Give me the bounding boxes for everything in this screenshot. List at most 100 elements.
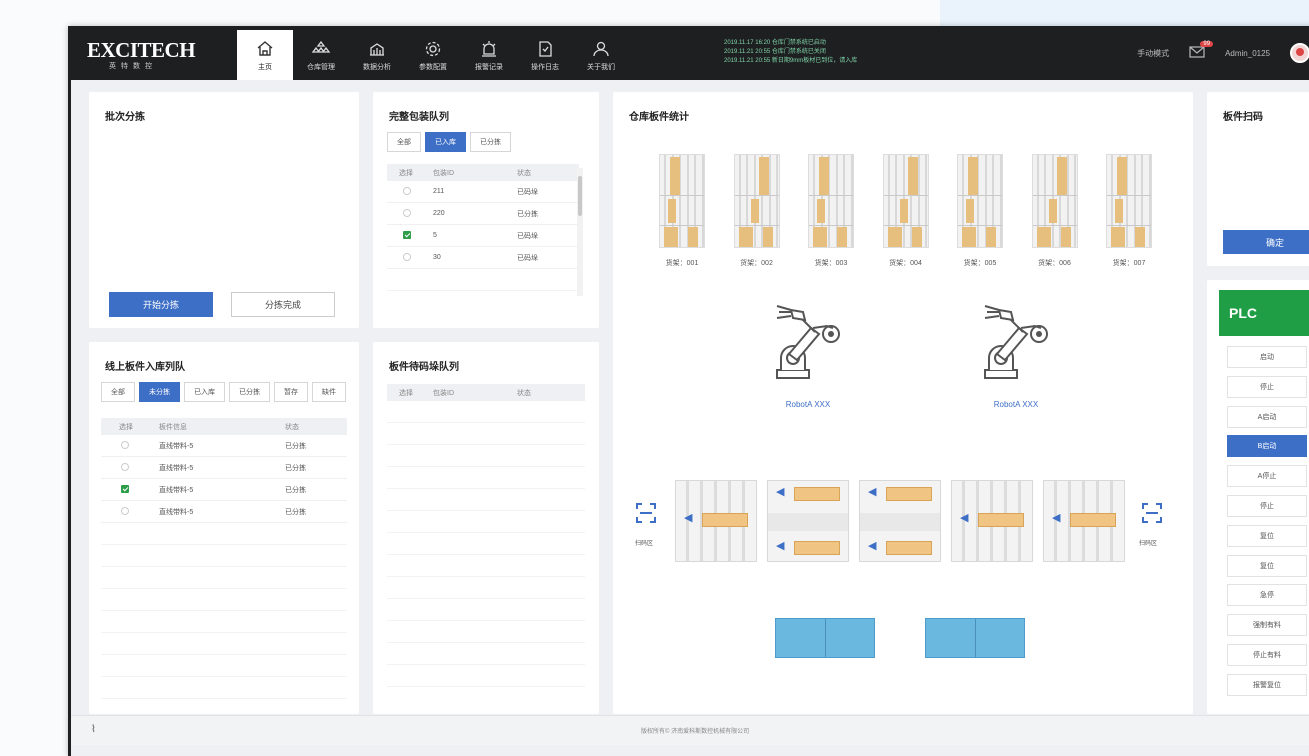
tab-temp[interactable]: 暂存 (274, 382, 308, 402)
row-checkbox[interactable] (403, 208, 411, 217)
table-row (387, 533, 585, 555)
mode-label[interactable]: 手动模式 (1137, 48, 1169, 59)
column-header: 状态 (517, 169, 531, 177)
table-row (387, 599, 585, 621)
nav-warehouse[interactable]: 仓库管理 (293, 30, 349, 80)
tab-sorted[interactable]: 已分拣 (229, 382, 270, 402)
online-queue-table: 选择 板件信息 状态 直线带料-5 已分拣 直线带料-5 已分拣 直线带料-5 … (101, 418, 347, 699)
scan-panel: 板件扫码 确定 (1207, 92, 1309, 266)
stored-board (899, 199, 908, 223)
plc-button[interactable]: 强制有料 (1227, 614, 1307, 637)
nav-about[interactable]: 关于我们 (573, 30, 629, 80)
rack[interactable] (733, 154, 780, 248)
table-row (101, 545, 347, 567)
conveyor-station[interactable]: ◀ (675, 480, 757, 562)
plc-button[interactable]: 复位 (1227, 554, 1307, 577)
column-header: 选择 (119, 423, 133, 431)
top-right-area: 手动模式 99 Admin_0125 (1137, 26, 1309, 80)
rack[interactable] (659, 154, 705, 248)
row-checkbox[interactable] (121, 440, 129, 449)
row-checkbox[interactable] (403, 252, 411, 261)
rack[interactable] (1106, 154, 1152, 248)
board-status: 已分拣 (285, 442, 306, 450)
conveyor-station[interactable]: ◀ ◀ (859, 480, 941, 562)
rss-icon[interactable]: ⌇ (91, 724, 96, 735)
scan-icon[interactable] (635, 502, 657, 524)
table-header: 选择 包装ID 状态 (387, 384, 585, 401)
rack[interactable] (808, 154, 854, 248)
confirm-button[interactable]: 确定 (1223, 230, 1309, 254)
plc-button[interactable]: 报警复位 (1227, 673, 1307, 696)
robot-arm-icon[interactable] (763, 298, 853, 388)
table-row[interactable]: 5 已码垛 (387, 225, 579, 247)
row-checkbox[interactable] (121, 484, 129, 493)
board-box (1070, 513, 1116, 527)
row-checkbox[interactable] (403, 230, 411, 239)
plc-button[interactable]: 停止有料 (1227, 644, 1307, 666)
rack[interactable] (957, 154, 1003, 248)
scan-icon[interactable] (1141, 502, 1163, 524)
column-header: 板件信息 (159, 423, 187, 431)
output-pallet[interactable] (925, 618, 1025, 658)
tab-missing[interactable]: 缺件 (312, 382, 346, 402)
table-row[interactable]: 直线带料-5 已分拣 (101, 479, 347, 501)
table-row (101, 589, 347, 611)
row-checkbox[interactable] (121, 506, 129, 515)
nav-alarms[interactable]: 报警记录 (461, 30, 517, 80)
row-checkbox[interactable] (403, 186, 411, 195)
start-sort-button[interactable]: 开始分拣 (109, 292, 213, 317)
user-name[interactable]: Admin_0125 (1225, 49, 1270, 58)
plc-button[interactable]: A停止 (1227, 465, 1307, 488)
nav-logs[interactable]: 操作日志 (517, 30, 573, 80)
conveyor-station[interactable]: ◀ (1043, 480, 1125, 562)
tab-all[interactable]: 全部 (101, 382, 135, 402)
plc-button[interactable]: B启动 (1227, 435, 1307, 458)
conveyor-station[interactable]: ◀ ◀ (767, 480, 849, 562)
plc-button[interactable]: 复位 (1227, 524, 1307, 547)
footer: ⌇ 版权所有© 济南爱科斯数控机械有限公司 (71, 715, 1309, 745)
nav-home[interactable]: 主页 (237, 30, 293, 80)
stored-board (1060, 227, 1071, 247)
board-info: 直线带料-5 (159, 486, 194, 494)
robot-arm-icon[interactable] (971, 298, 1061, 388)
sort-done-button[interactable]: 分拣完成 (231, 292, 335, 317)
robot-label: RobotA XXX (993, 400, 1039, 409)
tab-sorted[interactable]: 已分拣 (470, 132, 511, 152)
plc-button[interactable]: 停止 (1227, 495, 1307, 517)
rack[interactable] (882, 154, 929, 248)
tab-all[interactable]: 全部 (387, 132, 421, 152)
scrollbar-thumb[interactable] (578, 176, 582, 216)
mail-icon (1189, 46, 1205, 58)
panel-title: 仓库板件统计 (629, 112, 689, 123)
table-row (387, 269, 579, 291)
stored-board (986, 227, 996, 247)
package-id: 5 (433, 232, 437, 239)
table-row[interactable]: 直线带料-5 已分拣 (101, 435, 347, 457)
rack[interactable] (1031, 154, 1078, 248)
plc-button[interactable]: 急停 (1227, 584, 1307, 607)
table-header: 选择 板件信息 状态 (101, 418, 347, 435)
table-row[interactable]: 220 已分拣 (387, 203, 579, 225)
board-queue-table: 选择 包装ID 状态 (387, 384, 585, 687)
conveyor-station[interactable]: ◀ (951, 480, 1033, 562)
plc-button[interactable]: A启动 (1227, 405, 1307, 428)
background-accent (940, 0, 1309, 26)
avatar[interactable] (1290, 43, 1309, 63)
stored-board (1036, 227, 1051, 247)
tab-stored[interactable]: 已入库 (425, 132, 466, 152)
output-pallet[interactable] (775, 618, 875, 658)
column-header: 选择 (399, 169, 413, 177)
mail-button[interactable]: 99 (1189, 41, 1214, 60)
table-row[interactable]: 直线带料-5 已分拣 (101, 457, 347, 479)
nav-analysis[interactable]: 数据分析 (349, 30, 405, 80)
table-row[interactable]: 30 已码垛 (387, 247, 579, 269)
tab-unsorted[interactable]: 未分拣 (139, 382, 180, 402)
nav-settings[interactable]: 参数配置 (405, 30, 461, 80)
table-row[interactable]: 直线带料-5 已分拣 (101, 501, 347, 523)
tab-stored[interactable]: 已入库 (184, 382, 225, 402)
plc-button[interactable]: 启动 (1227, 346, 1307, 368)
plc-button[interactable]: 停止 (1227, 375, 1307, 398)
scrollbar[interactable] (577, 168, 583, 296)
row-checkbox[interactable] (121, 462, 129, 471)
table-row[interactable]: 211 已码垛 (387, 181, 579, 203)
